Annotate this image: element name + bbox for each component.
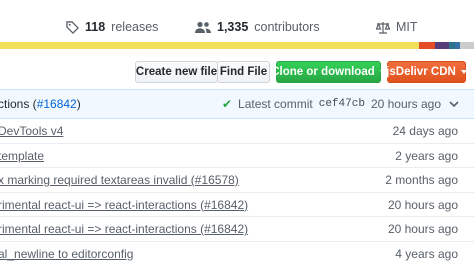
find-file-button[interactable]: Find File <box>217 61 270 83</box>
commit-age: 4 years ago <box>395 246 458 261</box>
commit-sha-link[interactable]: cef47cb <box>319 98 365 110</box>
check-icon[interactable]: ✔ <box>222 97 232 111</box>
language-segment[interactable] <box>0 42 419 49</box>
people-icon <box>195 21 211 34</box>
caret-down-icon <box>379 70 386 74</box>
language-segment[interactable] <box>459 42 474 49</box>
releases-count: 118 <box>85 20 106 34</box>
commit-message-link[interactable]: al_newline to editorconfig <box>0 247 133 261</box>
contributors-label: contributors <box>254 20 320 34</box>
contributors-count: 1,335 <box>217 20 249 34</box>
file-row[interactable]: x marking required textareas invalid (#1… <box>0 168 474 193</box>
commit-message-text: ctions ( <box>0 97 37 111</box>
license-label: MIT <box>396 20 418 34</box>
commit-age: 20 hours ago <box>387 197 458 212</box>
commit-message-link[interactable]: rimental react-ui => react-interactions … <box>0 198 248 212</box>
commit-age: 24 days ago <box>392 124 458 138</box>
latest-commit-message: ctions (#16842) <box>0 97 81 111</box>
language-bar[interactable] <box>0 42 474 49</box>
latest-commit-label: Latest commit <box>238 97 313 111</box>
repo-summary: 118 releases 1,335 contributors MIT <box>0 0 474 42</box>
create-new-file-button[interactable]: Create new file <box>135 61 218 83</box>
chevron-down-icon[interactable] <box>448 98 460 110</box>
license-link[interactable]: MIT <box>376 20 418 34</box>
commit-message-suffix: ) <box>76 97 81 111</box>
law-icon <box>376 21 390 34</box>
contributors-link[interactable]: 1,335 contributors <box>195 20 320 34</box>
commit-age: 20 hours ago <box>370 97 441 111</box>
commit-message-link[interactable]: x marking required textareas invalid (#1… <box>0 173 239 187</box>
language-segment[interactable] <box>435 42 450 49</box>
language-segment[interactable] <box>418 42 436 49</box>
file-list: DevTools v4 24 days ago template 2 years… <box>0 119 474 262</box>
clone-label: Clone or download <box>271 66 375 78</box>
commit-age: 20 hours ago <box>387 222 458 236</box>
commit-age: 2 years ago <box>395 148 458 163</box>
releases-label: releases <box>111 20 159 34</box>
caret-down-icon <box>460 70 467 74</box>
commit-age: 2 months ago <box>385 173 458 187</box>
commit-message-link[interactable]: template <box>0 149 44 163</box>
commit-pr-link[interactable]: #16842 <box>37 97 77 111</box>
releases-link[interactable]: 118 releases <box>66 20 158 34</box>
file-row[interactable]: DevTools v4 24 days ago <box>0 119 474 144</box>
jsdelivr-cdn-button[interactable]: jsDelivr CDN <box>386 61 467 83</box>
commit-message-link[interactable]: DevTools v4 <box>0 124 63 138</box>
jsdelivr-label: jsDelivr CDN <box>386 66 456 78</box>
clone-or-download-button[interactable]: Clone or download <box>271 61 386 83</box>
latest-commit-info: ✔ Latest commit cef47cb 20 hours ago <box>222 97 441 111</box>
tag-icon <box>66 20 79 34</box>
file-row[interactable]: rimental react-ui => react-interactions … <box>0 193 474 217</box>
file-row[interactable]: al_newline to editorconfig 4 years ago <box>0 242 474 262</box>
commit-message-link[interactable]: rimental react-ui => react-interactions … <box>0 222 248 236</box>
file-row[interactable]: template 2 years ago <box>0 144 474 168</box>
file-row[interactable]: rimental react-ui => react-interactions … <box>0 217 474 242</box>
